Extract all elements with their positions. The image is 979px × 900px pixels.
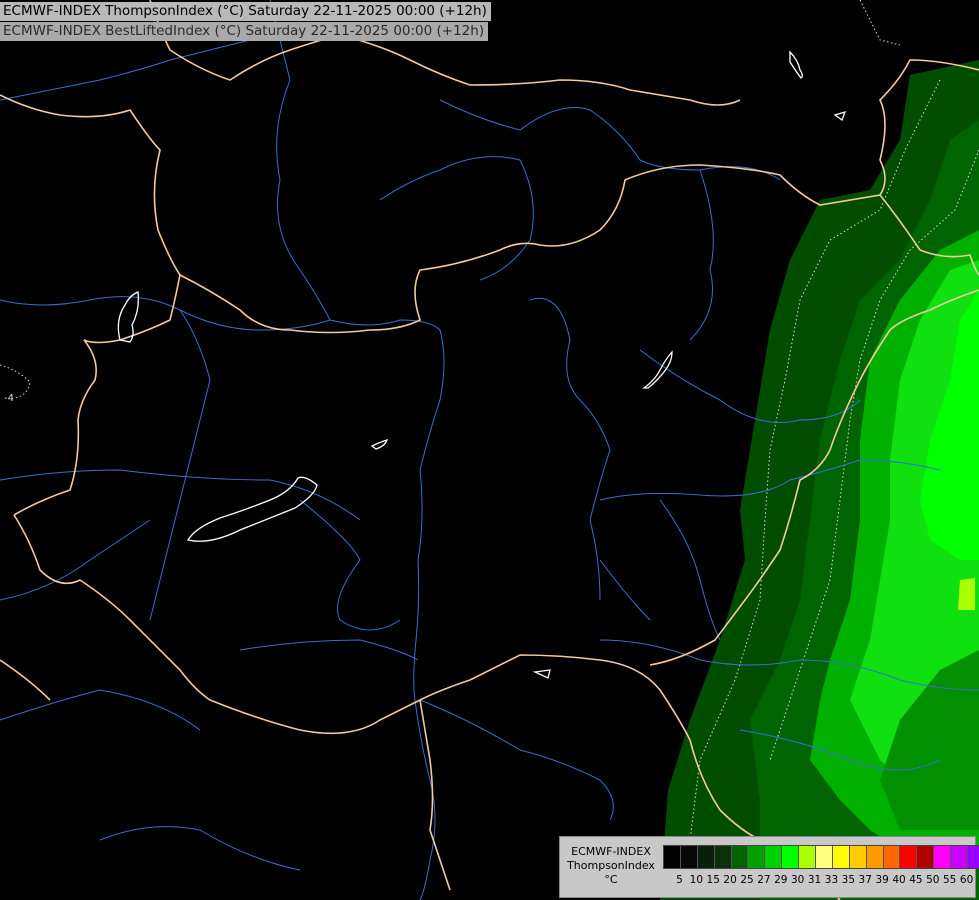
legend-swatch [731, 846, 749, 868]
legend-swatch [680, 846, 698, 868]
legend-swatch [866, 846, 884, 868]
legend-swatch [849, 846, 867, 868]
legend-swatch [951, 846, 969, 868]
legend-parameter: ThompsonIndex [567, 859, 655, 872]
legend-swatch [765, 846, 783, 868]
weather-map [0, 0, 979, 900]
legend-tick-label: 37 [858, 874, 872, 886]
legend-swatch [883, 846, 901, 868]
legend-label: ECMWF-INDEX ThompsonIndex °C [562, 845, 660, 887]
legend-swatch [934, 846, 952, 868]
legend-tick-label: 20 [723, 874, 737, 886]
legend-swatches [663, 845, 979, 869]
legend-tick-label: 31 [807, 874, 822, 886]
legend-swatch [697, 846, 715, 868]
legend-tick-label: 50 [926, 874, 940, 886]
legend-tick-label: 15 [706, 874, 720, 886]
legend-swatch [799, 846, 817, 868]
legend-tick-label: 29 [774, 874, 788, 886]
legend-swatch [664, 846, 681, 868]
legend-swatch [917, 846, 935, 868]
map-title-primary: ECMWF-INDEX ThompsonIndex (°C) Saturday … [0, 2, 491, 21]
legend-swatch [900, 846, 918, 868]
legend-unit: °C [604, 873, 618, 886]
legend-tick-label: 39 [875, 874, 889, 886]
legend-tick-label: 40 [892, 874, 906, 886]
legend-tick-label: 60 [959, 874, 974, 886]
legend-tick-label: 35 [841, 874, 856, 886]
legend-swatch [968, 846, 979, 868]
legend-model: ECMWF-INDEX [571, 845, 651, 858]
legend-tick-label: 30 [790, 874, 805, 886]
legend-tick-label: 27 [757, 874, 771, 886]
color-legend: ECMWF-INDEX ThompsonIndex °C 5 10 15 20 25 27… [559, 836, 979, 898]
contour-label: -4 [4, 393, 14, 404]
legend-tick-label: 33 [824, 874, 839, 886]
legend-tick-label: 10 [689, 874, 704, 886]
legend-swatch [748, 846, 766, 868]
legend-swatch [782, 846, 800, 868]
legend-tick-label: 45 [909, 874, 923, 886]
map-title-secondary: ECMWF-INDEX BestLiftedIndex (°C) Saturda… [0, 22, 489, 41]
legend-tick-label: 5 [676, 874, 683, 886]
legend-swatch [816, 846, 833, 868]
legend-tick-label: 25 [740, 874, 754, 886]
legend-ticks: 5 10 15 20 25 27 29 30 31 33 35 37 39 40 45 50 55 60 [663, 874, 973, 888]
legend-tick-label: 55 [943, 874, 957, 886]
legend-swatch [714, 846, 732, 868]
legend-swatch [832, 846, 850, 868]
